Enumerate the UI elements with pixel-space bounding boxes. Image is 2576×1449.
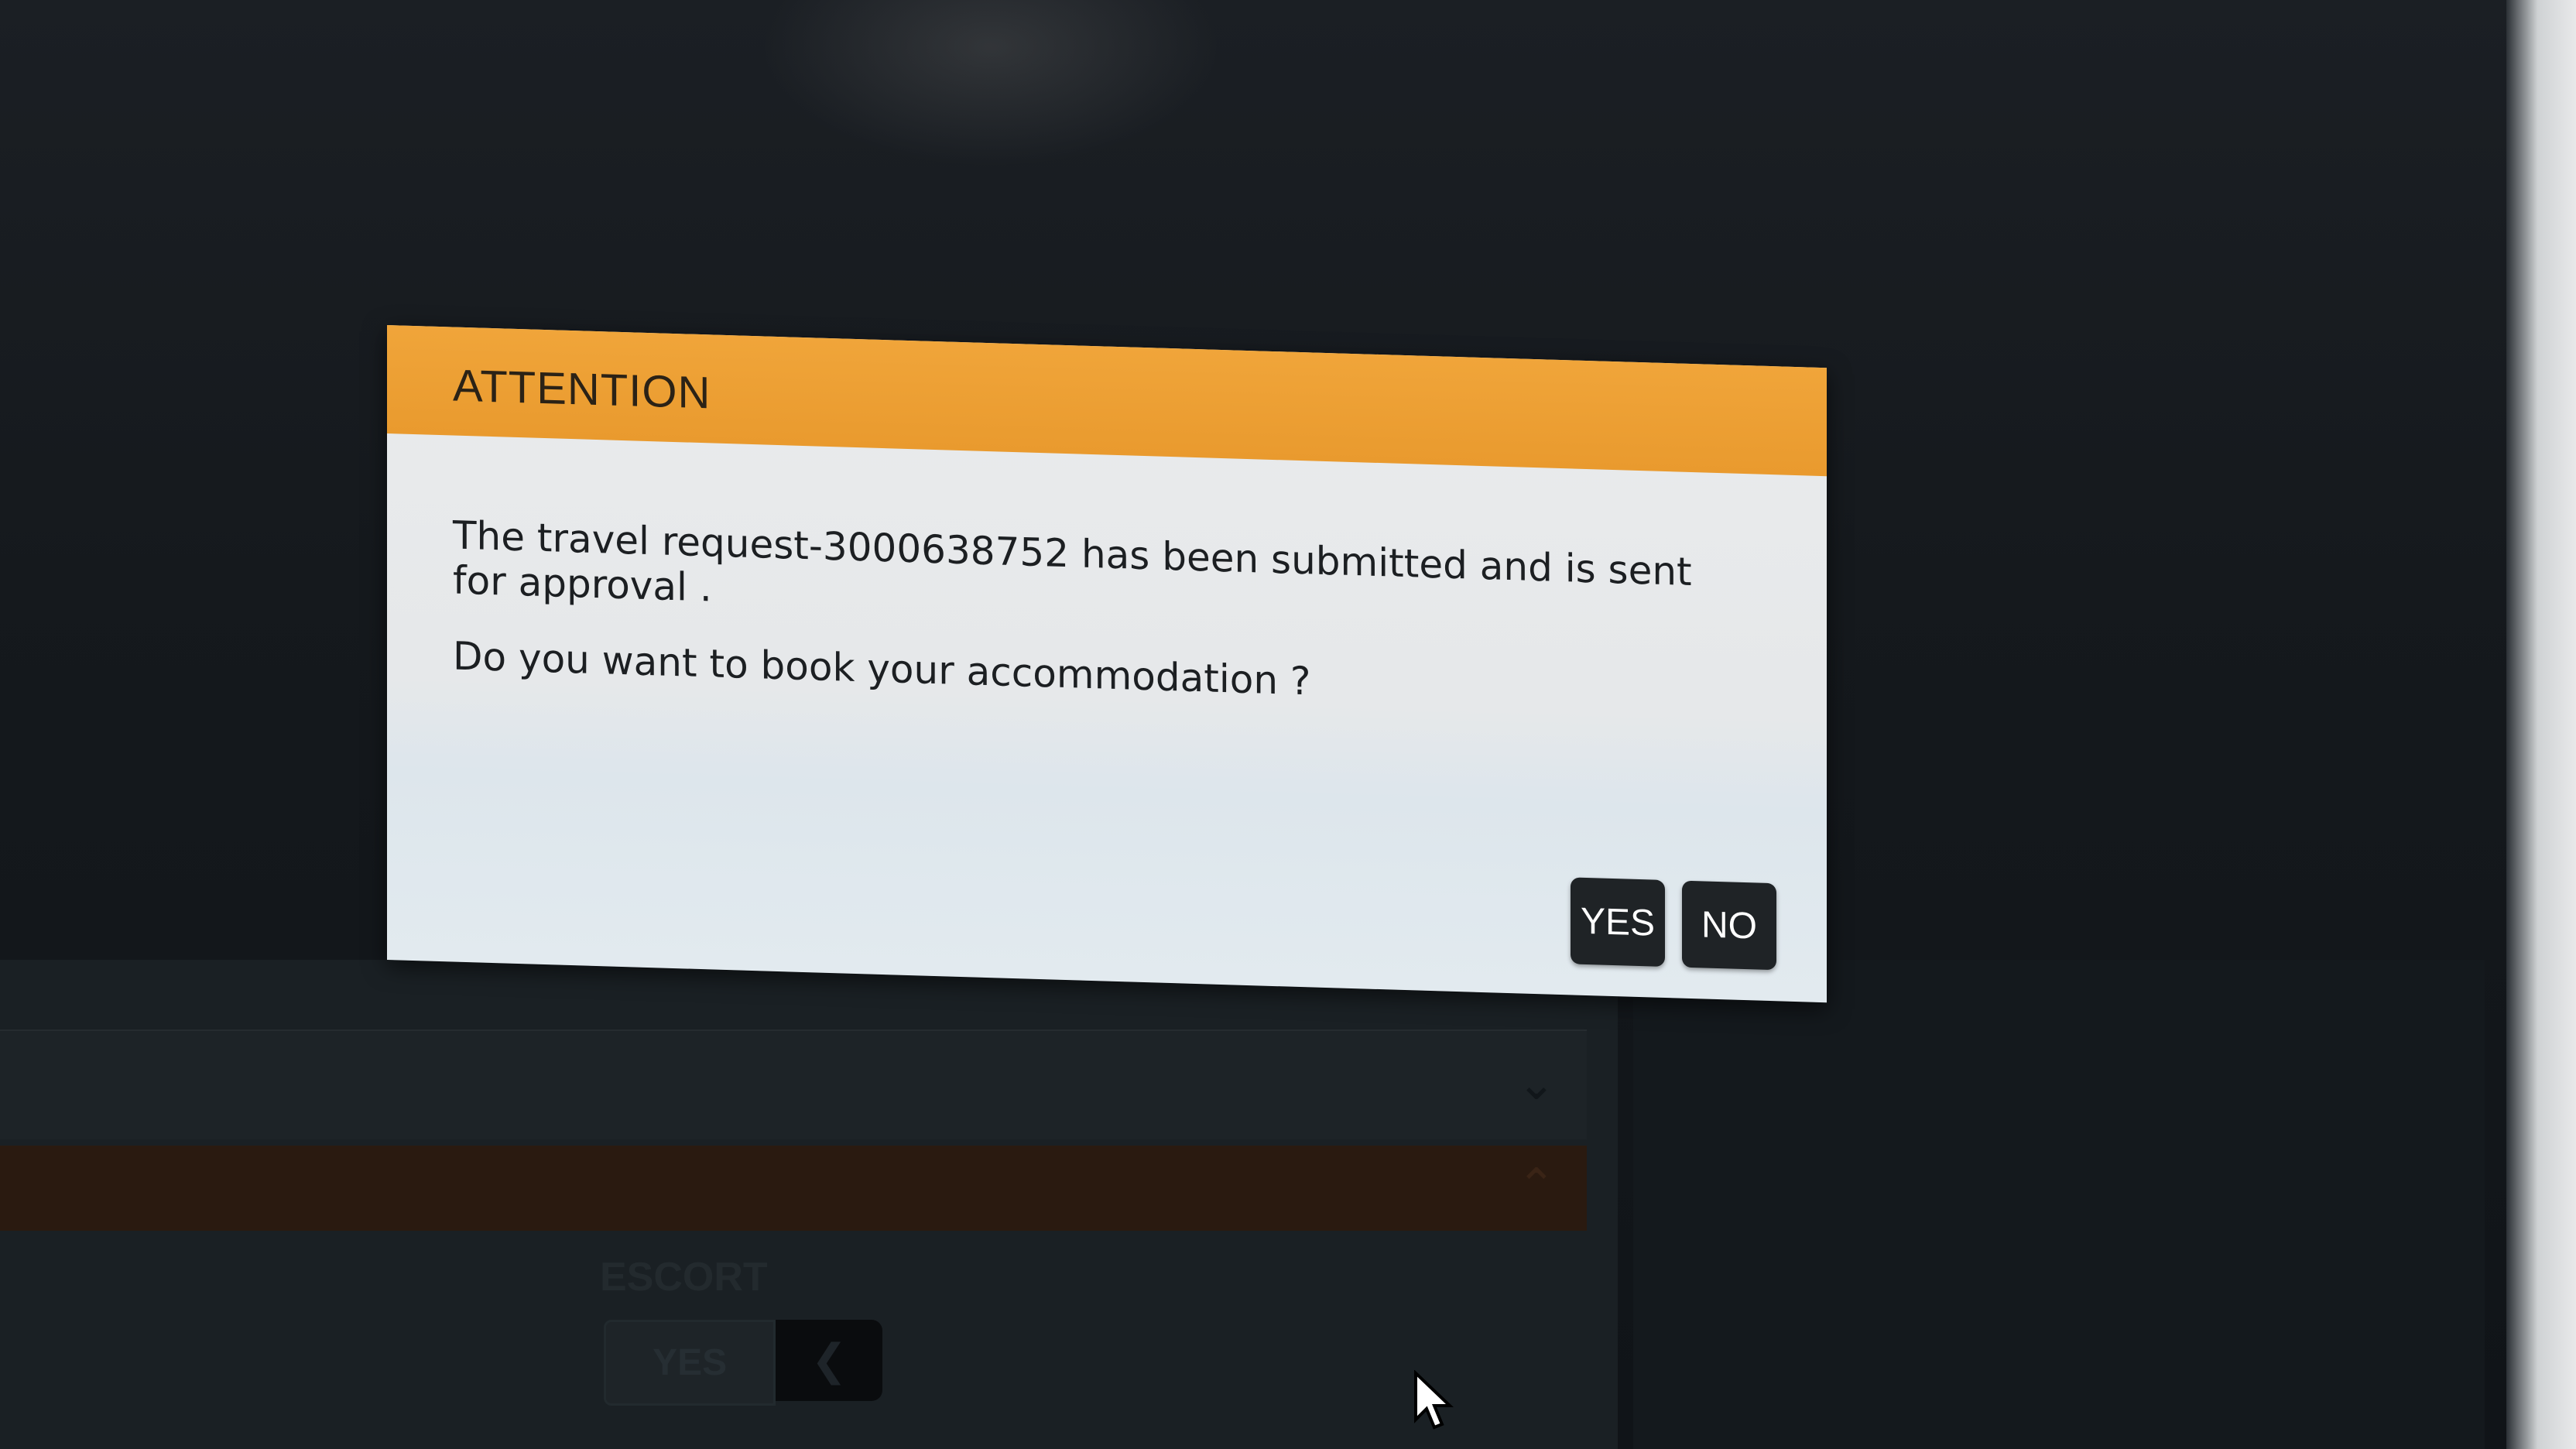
- background-form: ⌄ ⌃ ESCORT YES ❮: [0, 960, 1618, 1449]
- background-side-panel: [1633, 960, 2485, 1449]
- screen: ⌄ ⌃ ESCORT YES ❮ ATTENTION The travel re…: [0, 0, 2576, 1449]
- yes-button[interactable]: YES: [1571, 877, 1665, 968]
- chevron-left-icon: ❮: [776, 1320, 882, 1401]
- expanded-section-header: ⌃: [0, 1146, 1587, 1231]
- chevron-down-icon: ⌄: [1516, 1057, 1556, 1111]
- mouse-cursor-icon: [1414, 1370, 1454, 1430]
- chevron-up-icon: ⌃: [1516, 1159, 1556, 1213]
- attention-dialog: ATTENTION The travel request-3000638752 …: [387, 325, 1827, 1003]
- dialog-body: The travel request-3000638752 has been s…: [387, 433, 1827, 719]
- dialog-actions: YES NO: [1571, 877, 1776, 971]
- escort-toggle: YES ❮: [604, 1320, 882, 1406]
- dialog-question: Do you want to book your accommodation ?: [453, 633, 1311, 704]
- dialog-message: The travel request-3000638752 has been s…: [453, 512, 1692, 611]
- monitor-bezel: [2506, 0, 2576, 1449]
- dialog-title: ATTENTION: [453, 360, 711, 419]
- escort-label: ESCORT: [600, 1255, 768, 1300]
- escort-yes-option: YES: [604, 1320, 776, 1406]
- collapsed-section: ⌄: [0, 1029, 1587, 1139]
- no-button[interactable]: NO: [1682, 880, 1776, 971]
